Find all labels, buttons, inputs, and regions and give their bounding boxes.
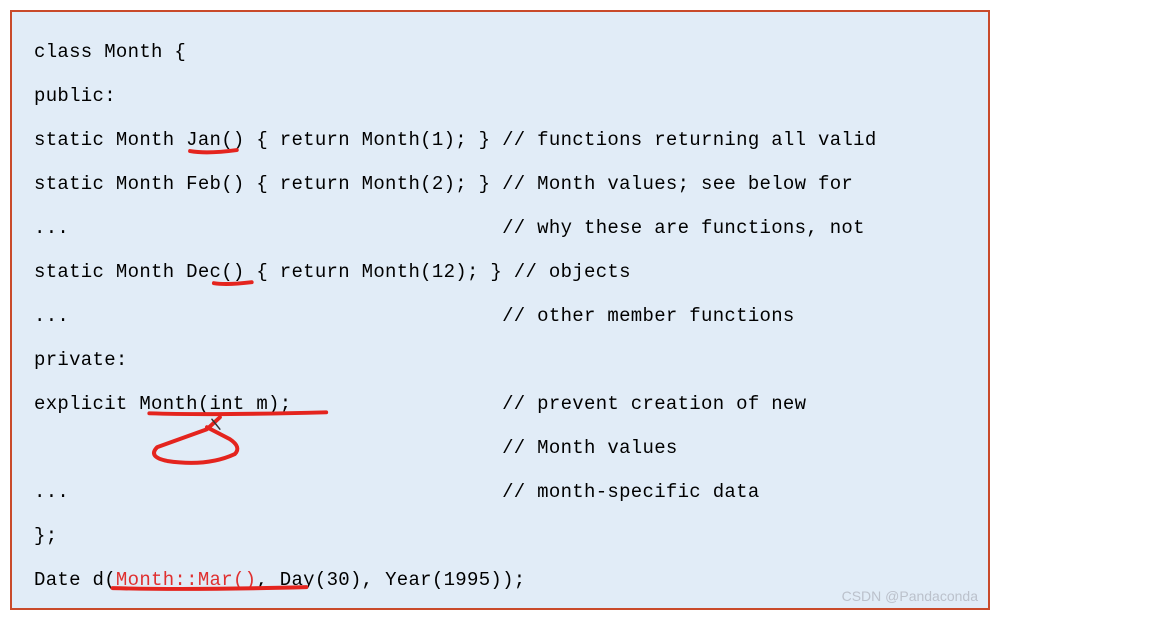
code-comment: // why these are functions, not	[502, 217, 865, 239]
code-line-5: ... // why these are functions, not	[34, 206, 966, 250]
code-text: explicit Month(int m);	[34, 393, 502, 415]
code-line-8: private:	[34, 338, 966, 382]
code-line-11: ... // month-specific data	[34, 470, 966, 514]
code-comment: // month-specific data	[502, 481, 759, 503]
code-line-6: static Month Dec() { return Month(12); }…	[34, 250, 966, 294]
code-highlight: Month::Mar()	[116, 569, 256, 591]
code-line-1: class Month {	[34, 30, 966, 74]
code-text: , Day(30), Year(1995));	[256, 569, 525, 591]
code-line-7: ... // other member functions	[34, 294, 966, 338]
code-block: class Month { public: static Month Jan()…	[10, 10, 990, 610]
code-text: ...	[34, 481, 502, 503]
code-text: static Month Jan() { return Month(1); }	[34, 129, 502, 151]
code-text: static Month Dec() { return Month(12); }	[34, 261, 514, 283]
code-comment: // Month values; see below for	[502, 173, 853, 195]
code-text: ...	[34, 305, 502, 327]
code-text	[34, 437, 502, 459]
code-comment: // functions returning all valid	[502, 129, 876, 151]
code-line-9: explicit Month(int m); // prevent creati…	[34, 382, 966, 426]
code-line-4: static Month Feb() { return Month(2); } …	[34, 162, 966, 206]
code-comment: // objects	[514, 261, 631, 283]
code-comment: // Month values	[502, 437, 678, 459]
code-comment: // prevent creation of new	[502, 393, 806, 415]
code-text: Date d(	[34, 569, 116, 591]
code-line-3: static Month Jan() { return Month(1); } …	[34, 118, 966, 162]
code-line-2: public:	[34, 74, 966, 118]
code-line-10: // Month values	[34, 426, 966, 470]
code-text: ...	[34, 217, 502, 239]
code-line-12: };	[34, 514, 966, 558]
code-comment: // other member functions	[502, 305, 795, 327]
code-line-13: Date d(Month::Mar(), Day(30), Year(1995)…	[34, 558, 966, 602]
code-text: static Month Feb() { return Month(2); }	[34, 173, 502, 195]
watermark: CSDN @Pandaconda	[842, 588, 978, 604]
